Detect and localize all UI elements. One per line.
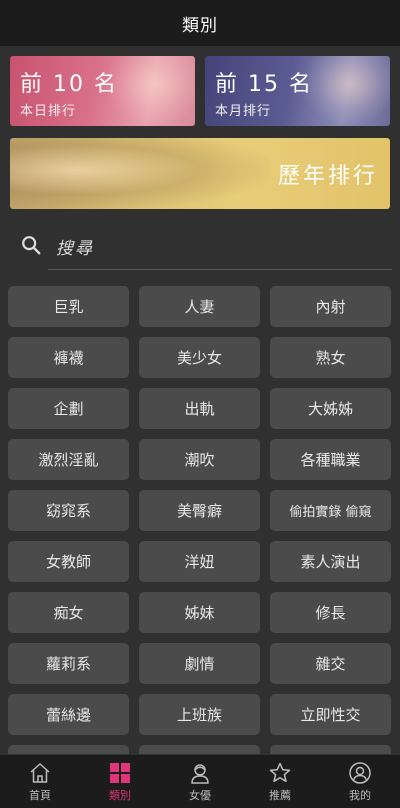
app-header: 類別 bbox=[0, 0, 400, 46]
category-button-partial[interactable] bbox=[8, 745, 129, 754]
home-icon bbox=[30, 763, 50, 783]
tab-label: 女優 bbox=[189, 789, 211, 802]
category-button[interactable]: 洋妞 bbox=[139, 541, 260, 582]
category-button[interactable]: 蕾絲邊 bbox=[8, 694, 129, 735]
category-button[interactable]: 窈窕系 bbox=[8, 490, 129, 531]
banner-photo bbox=[105, 56, 195, 126]
category-button[interactable]: 蘿莉系 bbox=[8, 643, 129, 684]
bottom-tab-bar: 首頁 類別 女優 推薦 我的 bbox=[0, 755, 400, 808]
page-title: 類別 bbox=[182, 15, 218, 36]
monthly-ranking-banner[interactable]: 前 15 名 本月排行 bbox=[205, 56, 390, 126]
banner-photo bbox=[10, 138, 270, 209]
category-button[interactable]: 巨乳 bbox=[8, 286, 129, 327]
category-button[interactable]: 美臀癖 bbox=[139, 490, 260, 531]
grid-icon bbox=[110, 763, 130, 783]
tab-label: 首頁 bbox=[29, 789, 51, 802]
category-button[interactable]: 內射 bbox=[270, 286, 391, 327]
search-input[interactable]: 搜尋 bbox=[56, 234, 94, 259]
category-button[interactable]: 大姊姊 bbox=[270, 388, 391, 429]
category-button[interactable]: 素人演出 bbox=[270, 541, 391, 582]
yearly-ranking-banner[interactable]: 歷年排行 bbox=[10, 138, 390, 209]
category-button[interactable]: 潮吹 bbox=[139, 439, 260, 480]
category-button[interactable]: 立即性交 bbox=[270, 694, 391, 735]
category-button-partial[interactable] bbox=[270, 745, 391, 754]
search-bar[interactable]: 搜尋 bbox=[20, 226, 392, 270]
category-button[interactable]: 雜交 bbox=[270, 643, 391, 684]
profile-icon bbox=[349, 762, 371, 784]
category-button[interactable]: 熟女 bbox=[270, 337, 391, 378]
category-button[interactable]: 人妻 bbox=[139, 286, 260, 327]
tab-actresses[interactable]: 女優 bbox=[160, 755, 240, 808]
category-button[interactable]: 劇情 bbox=[139, 643, 260, 684]
search-icon bbox=[22, 236, 41, 255]
daily-ranking-title: 前 10 名 bbox=[20, 72, 118, 97]
category-button[interactable]: 偷拍實錄 偷窺 bbox=[270, 490, 391, 531]
star-icon bbox=[269, 762, 291, 783]
category-grid: 巨乳 人妻 內射 褲襪 美少女 熟女 企劃 出軌 大姊姊 激烈淫亂 潮吹 各種職… bbox=[8, 286, 392, 754]
category-button[interactable]: 美少女 bbox=[139, 337, 260, 378]
category-button[interactable]: 企劃 bbox=[8, 388, 129, 429]
monthly-ranking-subtitle: 本月排行 bbox=[215, 104, 272, 119]
daily-ranking-subtitle: 本日排行 bbox=[20, 104, 77, 119]
tab-categories[interactable]: 類別 bbox=[80, 755, 160, 808]
category-button[interactable]: 出軌 bbox=[139, 388, 260, 429]
search-underline bbox=[48, 269, 392, 270]
tab-home[interactable]: 首頁 bbox=[0, 755, 80, 808]
actress-icon bbox=[191, 764, 209, 784]
yearly-ranking-title: 歷年排行 bbox=[277, 164, 378, 189]
category-button[interactable]: 痴女 bbox=[8, 592, 129, 633]
category-button[interactable]: 女教師 bbox=[8, 541, 129, 582]
tab-recommended[interactable]: 推薦 bbox=[240, 755, 320, 808]
category-button[interactable]: 上班族 bbox=[139, 694, 260, 735]
tab-profile[interactable]: 我的 bbox=[320, 755, 400, 808]
daily-ranking-banner[interactable]: 前 10 名 本日排行 bbox=[10, 56, 195, 126]
category-button[interactable]: 褲襪 bbox=[8, 337, 129, 378]
tab-label: 我的 bbox=[349, 789, 371, 802]
monthly-ranking-title: 前 15 名 bbox=[215, 72, 313, 97]
tab-label: 類別 bbox=[109, 789, 131, 802]
category-button[interactable]: 激烈淫亂 bbox=[8, 439, 129, 480]
category-button[interactable]: 各種職業 bbox=[270, 439, 391, 480]
banner-photo bbox=[300, 56, 390, 126]
category-button-partial[interactable] bbox=[139, 745, 260, 754]
category-button[interactable]: 姊妹 bbox=[139, 592, 260, 633]
category-button[interactable]: 修長 bbox=[270, 592, 391, 633]
tab-label: 推薦 bbox=[269, 789, 291, 802]
